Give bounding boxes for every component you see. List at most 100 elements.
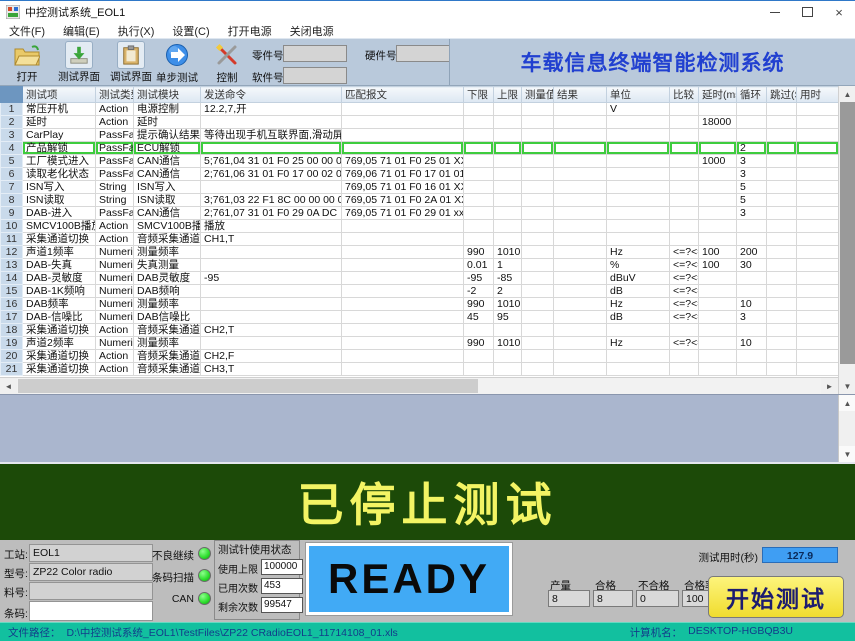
cell[interactable]: PassFail: [96, 129, 134, 142]
cell[interactable]: [767, 337, 797, 350]
row-number[interactable]: 7: [1, 181, 23, 194]
cell[interactable]: CH2,F: [201, 350, 342, 363]
cell[interactable]: 12.2,7,开: [201, 103, 342, 116]
cell[interactable]: PassFail: [96, 207, 134, 220]
cell[interactable]: [554, 298, 607, 311]
cell[interactable]: [554, 155, 607, 168]
cell[interactable]: [737, 324, 767, 337]
row-number[interactable]: 20: [1, 350, 23, 363]
cell[interactable]: [522, 311, 554, 324]
cell[interactable]: 990: [464, 246, 494, 259]
row-number[interactable]: 1: [1, 103, 23, 116]
cell[interactable]: [797, 285, 839, 298]
cell[interactable]: [201, 246, 342, 259]
cell[interactable]: 0.01: [464, 259, 494, 272]
cell[interactable]: Action: [96, 233, 134, 246]
menu-run[interactable]: 执行(X): [109, 23, 164, 39]
cell[interactable]: [767, 363, 797, 376]
row-number[interactable]: 14: [1, 272, 23, 285]
row-number[interactable]: 19: [1, 337, 23, 350]
cell[interactable]: DAB-信噪比: [23, 311, 96, 324]
cell[interactable]: [554, 350, 607, 363]
cell[interactable]: 5;761,04 31 01 F0 25 00 00 00: [201, 155, 342, 168]
cell[interactable]: [522, 220, 554, 233]
cell[interactable]: Numeric: [96, 311, 134, 324]
cell[interactable]: [464, 168, 494, 181]
hardware-no-input[interactable]: [396, 45, 450, 62]
row-number[interactable]: 6: [1, 168, 23, 181]
cell[interactable]: [699, 194, 737, 207]
row-number[interactable]: 12: [1, 246, 23, 259]
cell[interactable]: -85: [494, 272, 522, 285]
cell[interactable]: DAB灵敏度: [134, 272, 201, 285]
cell[interactable]: 测量频率: [134, 246, 201, 259]
cell[interactable]: 电源控制: [134, 103, 201, 116]
cell[interactable]: [670, 155, 699, 168]
cell[interactable]: 播放: [201, 220, 342, 233]
cell[interactable]: [670, 350, 699, 363]
cell[interactable]: [522, 168, 554, 181]
cell[interactable]: [522, 324, 554, 337]
table-row[interactable]: 5工厂模式进入PassFailCAN通信5;761,04 31 01 F0 25…: [1, 155, 839, 168]
row-number[interactable]: 21: [1, 363, 23, 376]
cell[interactable]: [522, 129, 554, 142]
cell[interactable]: 3: [737, 207, 767, 220]
cell[interactable]: [670, 142, 699, 155]
table-row[interactable]: 19声道2频率Numeric测量频率9901010Hz<=?<=10: [1, 337, 839, 350]
cell[interactable]: [767, 259, 797, 272]
scroll-down-icon[interactable]: ▼: [839, 378, 855, 394]
cell[interactable]: [554, 181, 607, 194]
table-row[interactable]: 15DAB-1K频响NumericDAB频响-22dB<=?<=: [1, 285, 839, 298]
cell[interactable]: [767, 116, 797, 129]
material-input[interactable]: [29, 582, 153, 600]
cell[interactable]: PassFail: [96, 168, 134, 181]
cell[interactable]: [699, 181, 737, 194]
cell[interactable]: [699, 298, 737, 311]
cell[interactable]: CAN通信: [134, 155, 201, 168]
cell[interactable]: 100: [699, 246, 737, 259]
cell[interactable]: 采集通道切换: [23, 233, 96, 246]
single-step-button[interactable]: 单步测试: [152, 41, 202, 85]
cell[interactable]: PassFail: [96, 142, 134, 155]
column-header[interactable]: 结果: [554, 87, 607, 103]
cell[interactable]: [607, 220, 670, 233]
cell[interactable]: 30: [737, 259, 767, 272]
row-number[interactable]: 2: [1, 116, 23, 129]
cell[interactable]: 失真测量: [134, 259, 201, 272]
cell[interactable]: [767, 168, 797, 181]
row-number[interactable]: 10: [1, 220, 23, 233]
menu-power-on[interactable]: 打开电源: [219, 23, 281, 39]
cell[interactable]: [797, 129, 839, 142]
cell[interactable]: [767, 311, 797, 324]
cell[interactable]: ISN写入: [23, 181, 96, 194]
cell[interactable]: 100: [699, 259, 737, 272]
cell[interactable]: [767, 246, 797, 259]
cell[interactable]: [554, 207, 607, 220]
cell[interactable]: String: [96, 194, 134, 207]
cell[interactable]: DAB-失真: [23, 259, 96, 272]
scroll-left-icon[interactable]: ◄: [0, 378, 17, 394]
row-number[interactable]: 15: [1, 285, 23, 298]
cell[interactable]: DAB信噪比: [134, 311, 201, 324]
cell[interactable]: 3: [737, 311, 767, 324]
cell[interactable]: 2;761,07 31 01 F0 29 0A DC: [201, 207, 342, 220]
cell[interactable]: [797, 194, 839, 207]
cell[interactable]: CAN通信: [134, 168, 201, 181]
cell[interactable]: 1000: [699, 155, 737, 168]
cell[interactable]: Numeric: [96, 298, 134, 311]
menu-file[interactable]: 文件(F): [0, 23, 54, 39]
table-row[interactable]: 13DAB-失真Numeric失真测量0.011%<=?<=10030: [1, 259, 839, 272]
cell[interactable]: [797, 116, 839, 129]
cell[interactable]: 45: [464, 311, 494, 324]
cell[interactable]: [554, 168, 607, 181]
cell[interactable]: [494, 129, 522, 142]
cell[interactable]: [342, 220, 464, 233]
table-row[interactable]: 1常压开机Action电源控制12.2,7,开V: [1, 103, 839, 116]
minimize-icon[interactable]: [759, 1, 791, 23]
table-row[interactable]: 4产品解锁PassFailECU解锁2: [1, 142, 839, 155]
cell[interactable]: 2;761,06 31 01 F0 17 00 02 00: [201, 168, 342, 181]
cell[interactable]: [342, 272, 464, 285]
cell[interactable]: String: [96, 181, 134, 194]
table-row[interactable]: 11采集通道切换Action音频采集通道控制CH1,T: [1, 233, 839, 246]
cell[interactable]: Action: [96, 220, 134, 233]
